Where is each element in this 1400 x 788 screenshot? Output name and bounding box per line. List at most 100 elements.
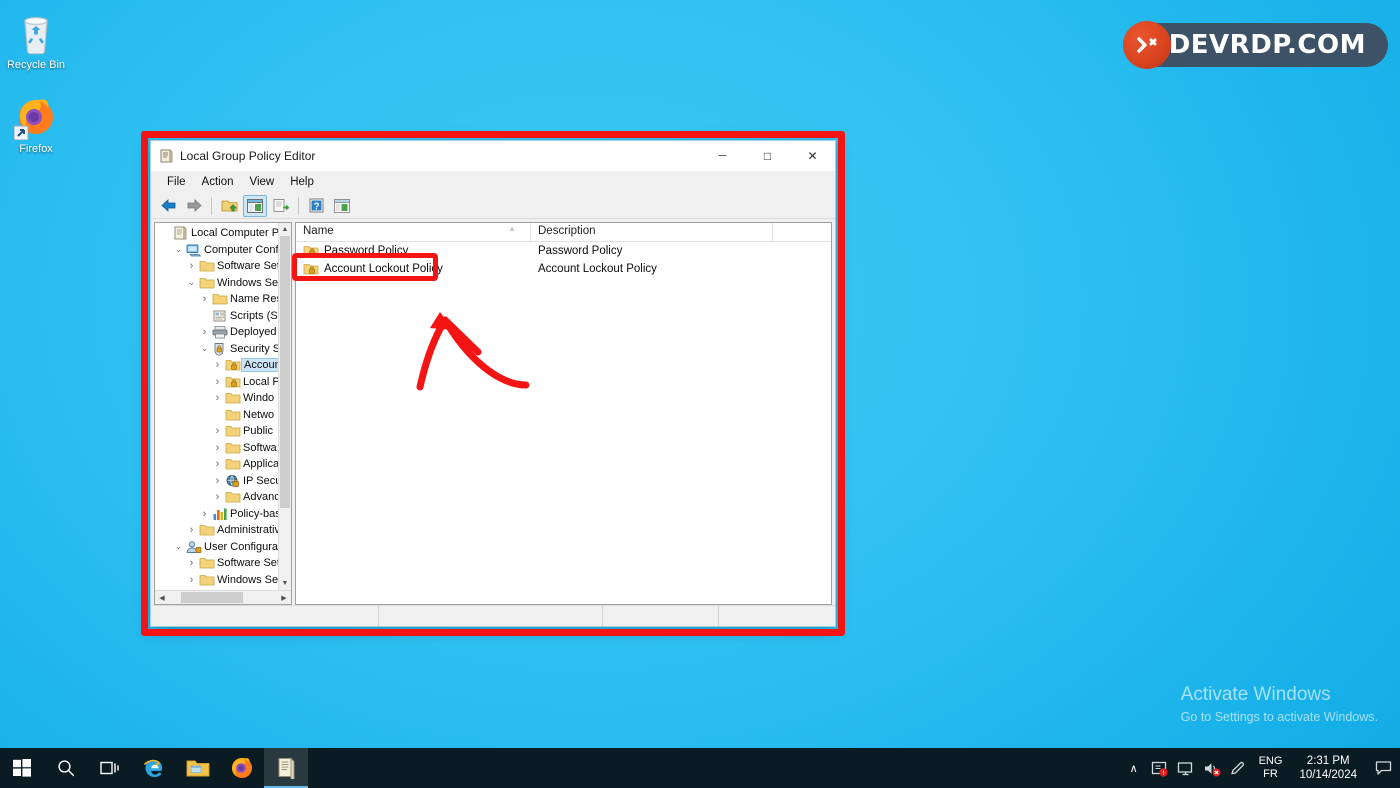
tree-item-local-p[interactable]: › Local P xyxy=(155,374,291,391)
show-hidden-icons-chevron-icon[interactable]: ∧ xyxy=(1121,748,1147,788)
tree-horizontal-scrollbar[interactable]: ◀ ▶ xyxy=(155,590,291,604)
close-button[interactable]: ✕ xyxy=(790,142,835,171)
chevron-right-icon[interactable]: › xyxy=(198,326,211,338)
scroll-down-icon[interactable]: ▼ xyxy=(279,577,292,590)
language-indicator[interactable]: ENG FR xyxy=(1251,748,1291,788)
internet-explorer-icon[interactable] xyxy=(132,748,176,788)
scroll-left-icon[interactable]: ◀ xyxy=(155,591,169,604)
chevron-right-icon[interactable]: › xyxy=(211,442,224,454)
tree-item-applica[interactable]: › Applica xyxy=(155,456,291,473)
menu-view[interactable]: View xyxy=(242,174,283,190)
console-tree-pane[interactable]: Local Computer Policy ⌄ Computer Configu › S… xyxy=(154,222,292,605)
chevron-down-icon[interactable]: ⌄ xyxy=(172,541,185,552)
chevron-right-icon[interactable]: › xyxy=(185,260,198,272)
tree-items[interactable]: Local Computer Policy ⌄ Computer Configu › S… xyxy=(155,223,291,588)
clock[interactable]: 2:31 PM 10/14/2024 xyxy=(1290,748,1366,788)
chevron-right-icon[interactable]: › xyxy=(185,574,198,586)
file-explorer-icon[interactable] xyxy=(176,748,220,788)
search-icon[interactable] xyxy=(44,748,88,788)
menu-bar[interactable]: File Action View Help xyxy=(151,171,835,193)
tree-item-netwo[interactable]: Netwo xyxy=(155,407,291,424)
chevron-right-icon[interactable]: › xyxy=(211,359,224,371)
chevron-right-icon[interactable]: › xyxy=(211,458,224,470)
chevron-right-icon[interactable]: › xyxy=(198,293,211,305)
scroll-right-icon[interactable]: ▶ xyxy=(277,591,291,604)
local-group-policy-editor-window[interactable]: Local Group Policy Editor ─ □ ✕ File Act… xyxy=(150,140,836,627)
tree-item-windows-setti[interactable]: › Windows Setti xyxy=(155,572,291,589)
minimize-button[interactable]: ─ xyxy=(700,142,745,171)
action-center-icon[interactable] xyxy=(1366,748,1400,788)
back-arrow-icon[interactable] xyxy=(156,195,180,217)
start-button[interactable] xyxy=(0,748,44,788)
desktop-icon-firefox[interactable]: Firefox xyxy=(0,96,72,156)
list-row[interactable]: Password Policy Password Policy xyxy=(296,242,831,260)
firefox-icon[interactable] xyxy=(220,748,264,788)
chevron-down-icon[interactable]: ⌄ xyxy=(172,244,185,255)
menu-help[interactable]: Help xyxy=(282,174,322,190)
tree-item-ip-secu[interactable]: › IP Secu xyxy=(155,473,291,490)
h-scroll-thumb[interactable] xyxy=(181,592,243,603)
taskbar[interactable]: ∧ ! ENG FR 2:31 PM 10/14/2024 xyxy=(0,748,1400,788)
tree-item-scripts-sta[interactable]: Scripts (Sta xyxy=(155,308,291,325)
results-list-pane[interactable]: Name ▲ Description Password Policy Passwo… xyxy=(295,222,832,605)
tree-item-security-se[interactable]: ⌄ Security Se xyxy=(155,341,291,358)
toolbar[interactable]: ? xyxy=(151,193,835,219)
console-tree-icon[interactable] xyxy=(243,194,267,217)
tree-item-accoun[interactable]: › Accoun xyxy=(155,357,291,374)
tree-item-user-configuratio[interactable]: ⌄ User Configuratio xyxy=(155,539,291,556)
chevron-right-icon[interactable]: › xyxy=(211,392,224,404)
export-list-icon[interactable] xyxy=(269,195,293,217)
window-titlebar[interactable]: Local Group Policy Editor ─ □ ✕ xyxy=(151,141,835,171)
tree-item-advanc[interactable]: › Advanc xyxy=(155,489,291,506)
up-folder-icon[interactable] xyxy=(217,195,241,217)
volume-muted-icon[interactable] xyxy=(1199,748,1225,788)
forward-arrow-icon[interactable] xyxy=(182,195,206,217)
tree-vertical-scrollbar[interactable]: ▲ ▼ xyxy=(278,223,291,590)
tree-item-software-setti[interactable]: › Software Setti xyxy=(155,258,291,275)
network-monitor-icon[interactable] xyxy=(1173,748,1199,788)
list-row[interactable]: Account Lockout Policy Account Lockout Po… xyxy=(296,260,831,278)
maximize-button[interactable]: □ xyxy=(745,142,790,171)
tree-item-windows-setti[interactable]: ⌄ Windows Setti xyxy=(155,275,291,292)
tree-scroll-area[interactable]: Local Computer Policy ⌄ Computer Configu › S… xyxy=(155,223,291,590)
help-question-icon[interactable]: ? xyxy=(304,195,328,217)
list-vertical-scrollbar[interactable] xyxy=(817,242,831,604)
chevron-right-icon[interactable]: › xyxy=(211,376,224,388)
tree-item-local-computer-policy[interactable]: Local Computer Policy xyxy=(155,225,291,242)
tree-item-deployed[interactable]: › Deployed xyxy=(155,324,291,341)
menu-file[interactable]: File xyxy=(159,174,194,190)
tree-item-name-reso[interactable]: › Name Reso xyxy=(155,291,291,308)
tree-item-public[interactable]: › Public xyxy=(155,423,291,440)
chevron-right-icon[interactable]: › xyxy=(211,475,224,487)
tree-item-administrative[interactable]: › Administrative xyxy=(155,522,291,539)
chevron-right-icon[interactable]: › xyxy=(211,491,224,503)
tree-item-computer-configu[interactable]: ⌄ Computer Configu xyxy=(155,242,291,259)
column-header-name[interactable]: Name ▲ xyxy=(296,223,531,241)
taskbar-item-group-policy-editor[interactable] xyxy=(264,748,308,788)
folder-icon xyxy=(198,523,215,537)
scroll-up-icon[interactable]: ▲ xyxy=(279,223,292,236)
view-window-icon[interactable] xyxy=(330,195,354,217)
column-header-description[interactable]: Description xyxy=(531,223,773,241)
pen-settings-icon[interactable] xyxy=(1225,748,1251,788)
security-notification-icon[interactable]: ! xyxy=(1147,748,1173,788)
chevron-right-icon[interactable]: › xyxy=(185,524,198,536)
desktop-icon-recycle-bin[interactable]: Recycle Bin xyxy=(0,12,72,72)
tree-item-software-setti[interactable]: › Software Setti xyxy=(155,555,291,572)
chevron-right-icon[interactable]: › xyxy=(198,508,211,520)
chevron-down-icon[interactable]: ⌄ xyxy=(185,277,198,288)
tree-scroll-thumb[interactable] xyxy=(280,236,290,508)
menu-action[interactable]: Action xyxy=(194,174,242,190)
tree-item-softwa[interactable]: › Softwa xyxy=(155,440,291,457)
list-column-headers[interactable]: Name ▲ Description xyxy=(296,223,831,242)
devrdp-wordmark: DEVRDP.COM xyxy=(1168,30,1366,60)
h-scroll-track[interactable] xyxy=(169,591,277,604)
list-rows[interactable]: Password Policy Password Policy Account Lo… xyxy=(296,242,831,604)
tree-item-policy-bas[interactable]: › Policy-bas xyxy=(155,506,291,523)
system-tray[interactable]: ∧ ! ENG FR 2:31 PM 10/14/2024 xyxy=(1121,748,1400,788)
task-view-icon[interactable] xyxy=(88,748,132,788)
chevron-down-icon[interactable]: ⌄ xyxy=(198,343,211,354)
chevron-right-icon[interactable]: › xyxy=(185,557,198,569)
tree-item-windo[interactable]: › Windo xyxy=(155,390,291,407)
chevron-right-icon[interactable]: › xyxy=(211,425,224,437)
